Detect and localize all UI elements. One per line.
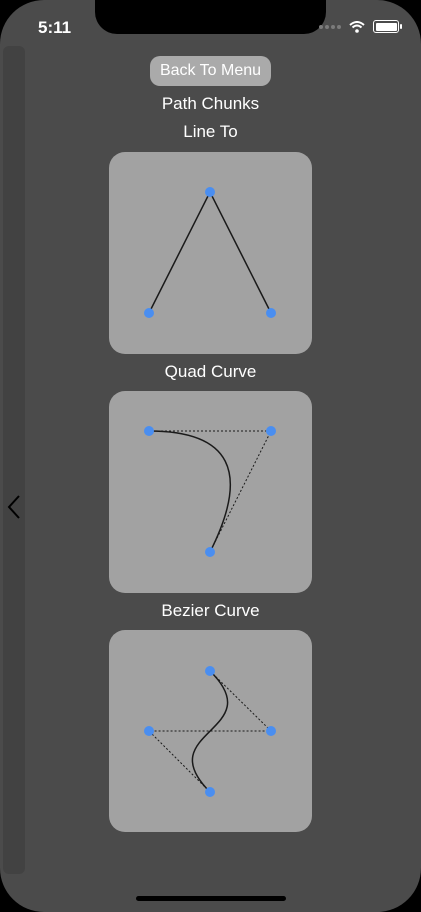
status-icons [319, 20, 402, 33]
bezier-curve-canvas[interactable] [109, 630, 312, 832]
home-indicator[interactable] [136, 896, 286, 901]
quad-curve-canvas[interactable] [109, 391, 312, 593]
quad-curve-path [148, 430, 232, 553]
notch [95, 0, 326, 34]
line-to-canvas[interactable] [109, 152, 312, 354]
status-time: 5:11 [38, 18, 72, 37]
control-point[interactable] [144, 426, 154, 436]
control-point[interactable] [266, 308, 276, 318]
back-to-menu-button[interactable]: Back To Menu [150, 56, 271, 86]
control-point[interactable] [205, 547, 215, 557]
control-point[interactable] [144, 308, 154, 318]
section-title-line-to: Line To [183, 122, 238, 141]
battery-icon [373, 20, 402, 33]
line-path [148, 190, 272, 314]
control-point[interactable] [205, 666, 215, 676]
section-title-quad-curve: Quad Curve [164, 362, 257, 381]
side-drawer-handle[interactable] [3, 46, 25, 874]
section-title-bezier-curve: Bezier Curve [161, 601, 260, 620]
control-point[interactable] [144, 726, 154, 736]
chevron-left-icon[interactable] [7, 494, 21, 520]
control-point[interactable] [266, 426, 276, 436]
control-point[interactable] [205, 787, 215, 797]
cellular-signal-icon [319, 24, 341, 29]
control-point[interactable] [266, 726, 276, 736]
app-screen: 5:11 Back To Menu Path Chunks Line To Qu… [0, 0, 421, 912]
control-guide [149, 430, 272, 553]
bezier-curve-path [191, 670, 229, 793]
control-point[interactable] [205, 187, 215, 197]
wifi-icon [349, 20, 365, 33]
page-title: Path Chunks [161, 94, 260, 113]
